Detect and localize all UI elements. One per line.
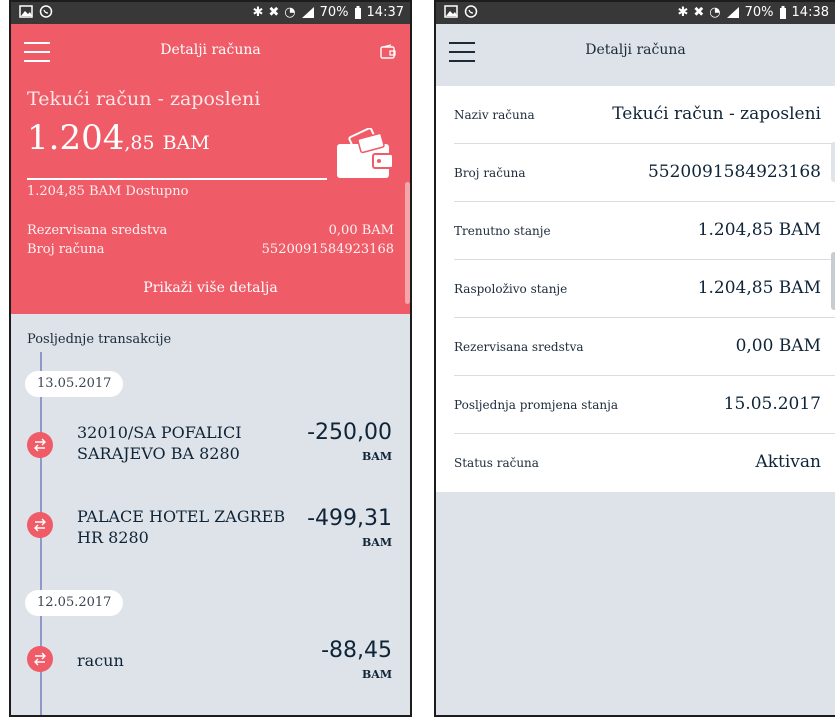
detail-row-last-change: Posljednja promjena stanja 15.05.2017 — [454, 376, 835, 434]
transaction-description: racun — [77, 651, 124, 670]
status-bar: ✱ ✖ ◔ 70% 14:38 — [436, 2, 835, 24]
detail-value: 1.204,85 BAM — [697, 220, 821, 240]
detail-row-reserved-funds: Rezervisana sredstva 0,00 BAM — [454, 318, 835, 376]
bluetooth-icon: ✱ — [677, 5, 689, 20]
account-balance: 1.204,85 BAM — [27, 118, 210, 158]
detail-label: Trenutno stanje — [454, 224, 551, 238]
transaction-currency: BAM — [361, 536, 392, 549]
whatsapp-icon — [464, 5, 478, 18]
detail-label: Posljednja promjena stanja — [454, 398, 619, 412]
detail-label: Naziv računa — [454, 108, 535, 122]
transaction-amount: -250,00 — [307, 420, 392, 445]
transactions-header: Posljednje transakcije — [27, 332, 172, 347]
transaction-currency: BAM — [361, 450, 392, 463]
wallet-icon[interactable] — [380, 44, 396, 60]
page-title: Detalji računa — [585, 42, 686, 58]
detail-row-account-name: Naziv računa Tekući račun - zaposleni — [454, 86, 835, 144]
account-number-value: 5520091584923168 — [261, 242, 394, 257]
detail-row-account-status: Status računa Aktivan — [454, 434, 835, 492]
detail-label: Broj računa — [454, 166, 526, 180]
page-title: Detalji računa — [160, 42, 261, 58]
transaction-item[interactable]: PALACE HOTEL ZAGREB HR 8280 -499,31 BAM — [11, 506, 410, 566]
battery-icon — [354, 6, 361, 19]
detail-value: 1.204,85 BAM — [697, 278, 821, 298]
transaction-currency: BAM — [361, 668, 392, 681]
mute-icon: ✖ — [693, 5, 705, 20]
detail-row-account-number: Broj računa 5520091584923168 — [454, 144, 835, 202]
status-bar: ✱ ✖ ◔ 70% 14:37 — [11, 2, 410, 24]
edge-handle[interactable] — [831, 142, 835, 182]
date-pill: 12.05.2017 — [25, 590, 124, 616]
reserved-funds-label: Rezervisana sredstva — [27, 223, 168, 238]
transaction-amount: -88,45 — [321, 638, 392, 663]
image-icon — [19, 5, 33, 18]
signal-icon — [726, 7, 739, 18]
battery-level: 70% — [319, 5, 349, 20]
available-balance: 1.204,85 BAM Dostupno — [27, 184, 189, 199]
detail-value: 5520091584923168 — [647, 162, 821, 182]
detail-label: Raspoloživo stanje — [454, 282, 568, 296]
account-number-row: Broj računa 5520091584923168 — [27, 242, 394, 257]
detail-label: Status računa — [454, 456, 539, 470]
clock: 14:37 — [366, 5, 404, 20]
wifi-icon: ◔ — [709, 5, 721, 20]
clock: 14:38 — [791, 5, 829, 20]
whatsapp-icon — [39, 5, 53, 18]
account-details-list: Naziv računa Tekući račun - zaposleni Br… — [436, 86, 835, 492]
balance-decimal: ,85 — [124, 132, 155, 154]
transaction-description: 32010/SA POFALICI SARAJEVO BA 8280 — [77, 423, 242, 463]
wallet-illustration-icon — [337, 128, 394, 178]
bluetooth-icon: ✱ — [252, 5, 264, 20]
balance-divider — [27, 178, 327, 180]
balance-currency: BAM — [162, 132, 210, 154]
show-more-details-link[interactable]: Prikaži više detalja — [11, 280, 410, 296]
app-bar: Detalji računa — [436, 24, 835, 80]
transaction-amount: -499,31 — [307, 506, 392, 531]
account-number-label: Broj računa — [27, 242, 105, 257]
wifi-icon: ◔ — [284, 5, 296, 20]
mute-icon: ✖ — [268, 5, 280, 20]
balance-integer: 1.204 — [27, 118, 125, 158]
transfer-icon — [27, 646, 53, 672]
transfer-icon — [27, 512, 53, 538]
signal-icon — [301, 7, 314, 18]
detail-value: Aktivan — [755, 452, 821, 472]
battery-level: 70% — [744, 5, 774, 20]
image-icon — [444, 5, 458, 18]
detail-value: 0,00 BAM — [735, 336, 821, 356]
app-bar: Detalji računa — [11, 24, 410, 80]
date-pill: 13.05.2017 — [25, 371, 124, 397]
edge-handle[interactable] — [831, 252, 835, 310]
transaction-item[interactable]: racun -88,45 BAM — [11, 638, 410, 698]
transfer-icon — [27, 432, 53, 458]
battery-icon — [779, 6, 786, 19]
transaction-item[interactable]: 32010/SA POFALICI SARAJEVO BA 8280 -250,… — [11, 418, 410, 478]
detail-label: Rezervisana sredstva — [454, 340, 584, 354]
detail-row-current-balance: Trenutno stanje 1.204,85 BAM — [454, 202, 835, 260]
detail-row-available-balance: Raspoloživo stanje 1.204,85 BAM — [454, 260, 835, 318]
reserved-funds-value: 0,00 BAM — [328, 223, 394, 238]
transaction-description: PALACE HOTEL ZAGREB HR 8280 — [77, 507, 286, 547]
account-name: Tekući račun - zaposleni — [27, 88, 261, 110]
detail-value: Tekući račun - zaposleni — [612, 104, 821, 124]
phone-screen-account-overview: ✱ ✖ ◔ 70% 14:37 Detalji računa Tekući ra… — [9, 0, 412, 717]
reserved-funds-row: Rezervisana sredstva 0,00 BAM — [27, 223, 394, 238]
scrollbar[interactable] — [405, 182, 410, 304]
phone-screen-account-details: ✱ ✖ ◔ 70% 14:38 Detalji računa Naziv rač… — [434, 0, 835, 717]
detail-value: 15.05.2017 — [723, 394, 821, 414]
